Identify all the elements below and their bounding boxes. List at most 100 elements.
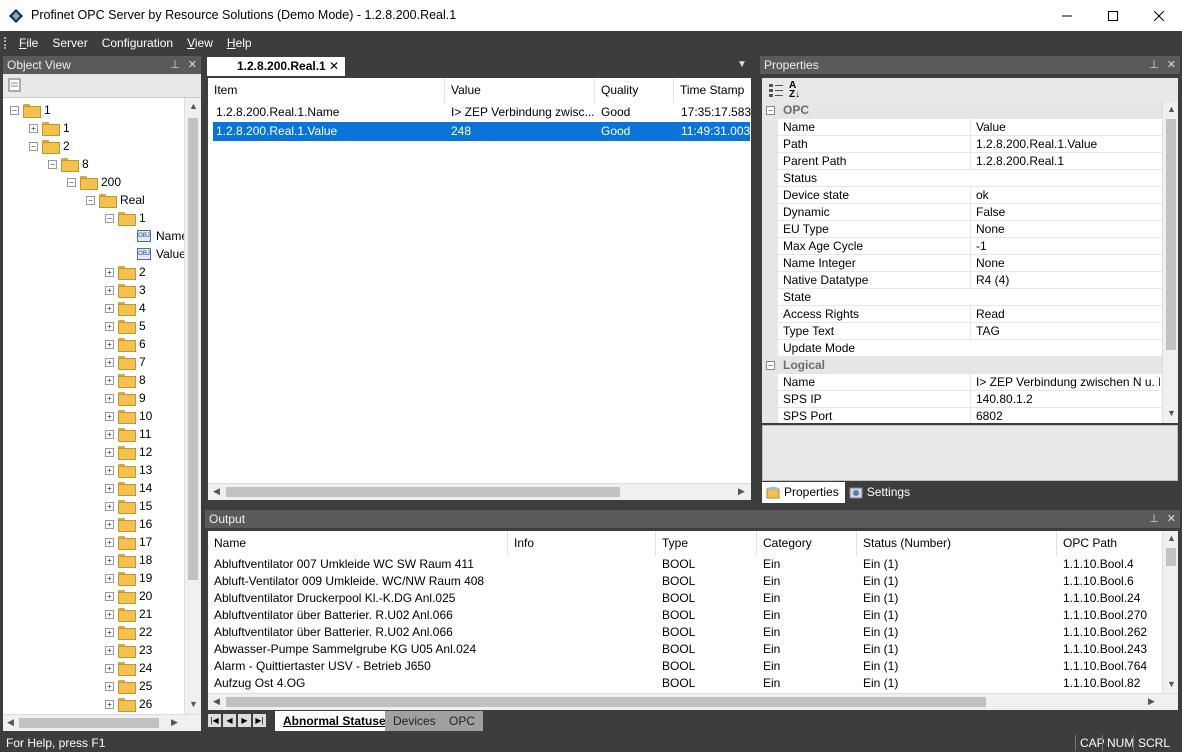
tree-node[interactable]: +9 (105, 389, 146, 407)
collapse-icon[interactable]: − (105, 213, 114, 223)
expand-icon[interactable]: + (105, 285, 114, 295)
tree-node[interactable]: −1 (10, 101, 51, 119)
expand-icon[interactable]: + (105, 321, 114, 331)
property-value[interactable]: Value (970, 119, 1160, 136)
property-row[interactable]: Parent Path 1.2.8.200.Real.1 (762, 153, 1162, 170)
tree-hscroll[interactable]: ◀ ▶ (3, 714, 201, 731)
tab-settings[interactable]: Settings (845, 482, 916, 503)
scroll-right-icon[interactable]: ▶ (738, 486, 745, 497)
property-category[interactable]: − OPC (762, 102, 1162, 119)
expand-icon[interactable]: + (105, 393, 114, 403)
tree-node[interactable]: −1 (105, 209, 146, 227)
expand-icon[interactable]: + (29, 123, 38, 133)
property-row[interactable]: Status (762, 170, 1162, 187)
tree-node[interactable]: −2 (29, 137, 70, 155)
column-header-item[interactable]: Item (208, 78, 445, 103)
property-value[interactable]: 1.2.8.200.Real.1.Value (970, 136, 1160, 153)
property-value[interactable]: -1 (970, 238, 1160, 255)
scroll-down-icon[interactable]: ▼ (1167, 679, 1176, 689)
column-header-type[interactable]: Type (656, 531, 757, 556)
close-button[interactable] (1136, 0, 1182, 31)
menu-configuration[interactable]: Configuration (95, 36, 180, 50)
prev-tab-icon[interactable]: ◀ (223, 714, 236, 727)
property-row[interactable]: EU Type None (762, 221, 1162, 238)
tree-node[interactable]: +22 (105, 623, 152, 641)
tree-node[interactable]: OBJ Name (124, 227, 188, 245)
property-grid[interactable]: − OPC Name Value Path 1.2.8.200.Real.1.Value P… (762, 102, 1162, 423)
tree-node[interactable]: − Real (86, 191, 145, 209)
tab-devices[interactable]: Devices (385, 711, 444, 731)
output-hscroll[interactable]: ◀ ▶ (208, 693, 1178, 710)
expand-icon[interactable]: + (105, 627, 114, 637)
tree-node[interactable]: +26 (105, 695, 152, 713)
property-row[interactable]: Device state ok (762, 187, 1162, 204)
column-header-category[interactable]: Category (757, 531, 857, 556)
property-row[interactable]: Name I> ZEP Verbindung zwischen N u. P... (762, 374, 1162, 391)
tree-node[interactable]: +6 (105, 335, 146, 353)
output-list[interactable]: Name Info Type Category Status (Number) … (208, 531, 1162, 693)
property-row[interactable]: SPS IP 140.80.1.2 (762, 391, 1162, 408)
property-row[interactable]: SPS Port 6802 (762, 408, 1162, 423)
property-value[interactable]: I> ZEP Verbindung zwischen N u. P... (970, 374, 1160, 391)
property-value[interactable]: 1.2.8.200.Real.1 (970, 153, 1160, 170)
scroll-up-icon[interactable]: ▲ (189, 101, 198, 111)
close-pane-icon[interactable]: ✕ (1167, 56, 1176, 74)
close-pane-icon[interactable]: ✕ (188, 56, 197, 74)
tree-node[interactable]: +21 (105, 605, 152, 623)
tree-vscroll[interactable]: ▲ ▼ (184, 98, 201, 714)
expand-icon[interactable]: + (105, 519, 114, 529)
property-grid-vscroll-thumb[interactable] (1166, 119, 1176, 350)
categorized-icon[interactable] (768, 82, 784, 98)
property-value[interactable]: TAG (970, 323, 1160, 340)
expand-icon[interactable]: + (105, 339, 114, 349)
tree-vscroll-thumb[interactable] (188, 118, 198, 580)
property-row[interactable]: Name Value (762, 119, 1162, 136)
property-row[interactable]: Dynamic False (762, 204, 1162, 221)
expand-icon[interactable]: + (105, 591, 114, 601)
scroll-left-icon[interactable]: ◀ (7, 717, 14, 728)
tree-node[interactable]: +12 (105, 443, 152, 461)
item-list[interactable]: Item Value Quality Time Stamp 1.2.8.200.… (208, 78, 751, 500)
property-value[interactable]: 6802 (970, 408, 1160, 423)
expand-icon[interactable]: + (105, 537, 114, 547)
collapse-icon[interactable]: − (86, 195, 95, 205)
tree-node[interactable]: +7 (105, 353, 146, 371)
document-tab[interactable]: 1.2.8.200.Real.1 ✕ (207, 57, 345, 76)
expand-icon[interactable]: + (105, 303, 114, 313)
tree-hscroll-thumb[interactable] (19, 718, 159, 728)
property-row[interactable]: Type Text TAG (762, 323, 1162, 340)
column-header-info[interactable]: Info (508, 531, 656, 556)
property-value[interactable]: R4 (4) (970, 272, 1160, 289)
column-header-opc-path[interactable]: OPC Path (1057, 531, 1162, 556)
tree-node[interactable]: +5 (105, 317, 146, 335)
expand-icon[interactable]: + (105, 573, 114, 583)
expand-icon[interactable]: + (105, 267, 114, 277)
tab-close-icon[interactable]: ✕ (329, 57, 339, 76)
output-vscroll-thumb[interactable] (1166, 548, 1176, 566)
expand-icon[interactable]: + (105, 465, 114, 475)
expand-icon[interactable]: + (105, 699, 114, 709)
tree-node[interactable]: +25 (105, 677, 152, 695)
tab-opc[interactable]: OPC (441, 711, 484, 731)
expand-icon[interactable]: + (105, 411, 114, 421)
tree-node[interactable]: +23 (105, 641, 152, 659)
pin-icon[interactable]: ⊥ (170, 56, 180, 74)
tree-node[interactable]: +18 (105, 551, 152, 569)
property-row[interactable]: Update Mode (762, 340, 1162, 357)
scroll-right-icon[interactable]: ▶ (171, 717, 178, 728)
scroll-left-icon[interactable]: ◀ (213, 486, 220, 497)
expand-icon[interactable]: + (105, 501, 114, 511)
column-header-quality[interactable]: Quality (595, 78, 674, 103)
scroll-right-icon[interactable]: ▶ (1148, 696, 1155, 707)
pin-icon[interactable]: ⊥ (1149, 56, 1159, 74)
property-value[interactable]: None (970, 255, 1160, 272)
output-vscroll[interactable]: ▲ ▼ (1162, 531, 1178, 693)
collapse-icon[interactable]: − (48, 159, 57, 169)
item-list-hscroll-thumb[interactable] (226, 487, 620, 497)
property-row[interactable]: Max Age Cycle -1 (762, 238, 1162, 255)
tree-node[interactable]: − 200 (67, 173, 121, 191)
minimize-button[interactable] (1044, 0, 1090, 31)
property-row[interactable]: Native Datatype R4 (4) (762, 272, 1162, 289)
collapse-icon[interactable]: − (67, 177, 76, 187)
object-tree[interactable]: −1 +1−2−8−200− Real −1 OBJ Name OBJ Value +2 +3 +4… (3, 98, 201, 714)
